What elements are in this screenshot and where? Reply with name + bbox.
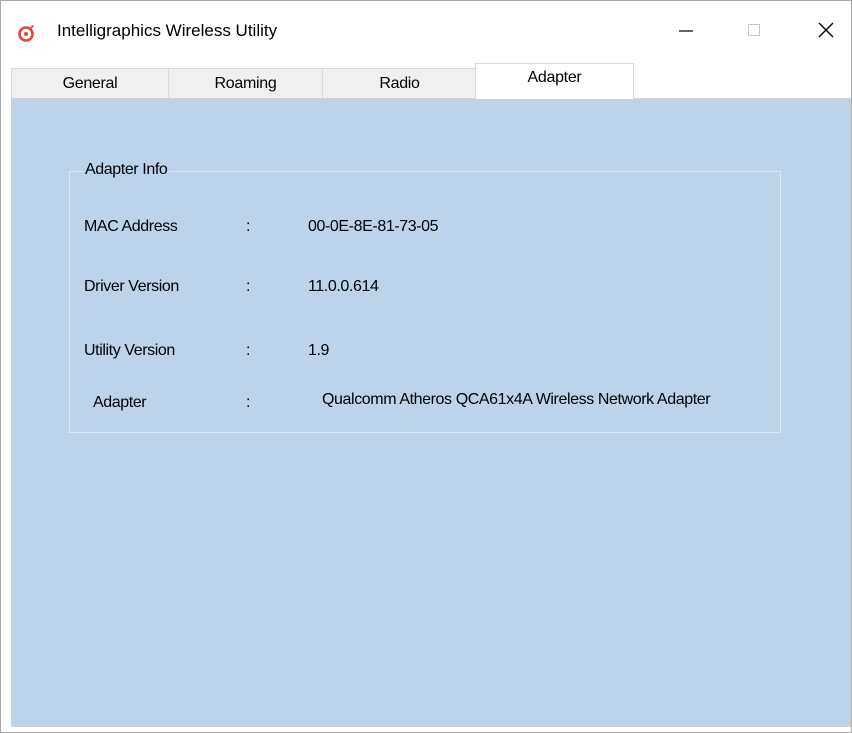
tab-radio[interactable]: Radio <box>322 68 477 98</box>
mac-address-value: 00-0E-8E-81-73-05 <box>308 218 439 235</box>
tab-roaming-label: Roaming <box>214 74 277 92</box>
mac-address-label: MAC Address <box>84 218 178 235</box>
adapter-tab-panel: Adapter Info MAC Address : 00-0E-8E-81-7… <box>11 98 851 727</box>
utility-version-label: Utility Version <box>84 342 175 359</box>
maximize-button[interactable] <box>725 1 783 63</box>
minimize-button[interactable] <box>657 1 715 63</box>
driver-version-value: 11.0.0.614 <box>308 278 379 295</box>
group-title: Adapter Info <box>83 161 170 179</box>
utility-version-value: 1.9 <box>308 342 330 359</box>
driver-version-label: Driver Version <box>84 278 179 295</box>
tab-strip: General Roaming Radio Adapter <box>11 63 851 99</box>
adapter-info-group: Adapter Info MAC Address : 00-0E-8E-81-7… <box>69 161 781 433</box>
app-target-icon <box>18 24 36 42</box>
utility-version-separator: : <box>246 342 251 359</box>
driver-version-separator: : <box>246 278 251 295</box>
adapter-name-separator: : <box>246 394 251 411</box>
tab-adapter-label: Adapter <box>527 69 582 86</box>
maximize-icon <box>746 22 762 43</box>
app-window: Intelligraphics Wireless Utility General <box>0 0 852 733</box>
adapter-name-value: Qualcomm Atheros QCA61x4A Wireless Netwo… <box>322 391 711 408</box>
tab-general-label: General <box>62 74 118 92</box>
minimize-icon <box>678 22 694 43</box>
window-bottom-edge <box>1 728 851 732</box>
close-icon <box>817 21 835 44</box>
window-title: Intelligraphics Wireless Utility <box>57 21 278 40</box>
mac-address-separator: : <box>246 218 251 235</box>
tab-adapter[interactable]: Adapter <box>475 63 634 99</box>
tab-general[interactable]: General <box>11 68 169 98</box>
close-button[interactable] <box>797 1 852 63</box>
adapter-name-label: Adapter <box>93 394 147 411</box>
title-bar[interactable]: Intelligraphics Wireless Utility <box>1 1 851 63</box>
tab-radio-label: Radio <box>379 74 420 92</box>
tab-roaming[interactable]: Roaming <box>168 68 323 98</box>
